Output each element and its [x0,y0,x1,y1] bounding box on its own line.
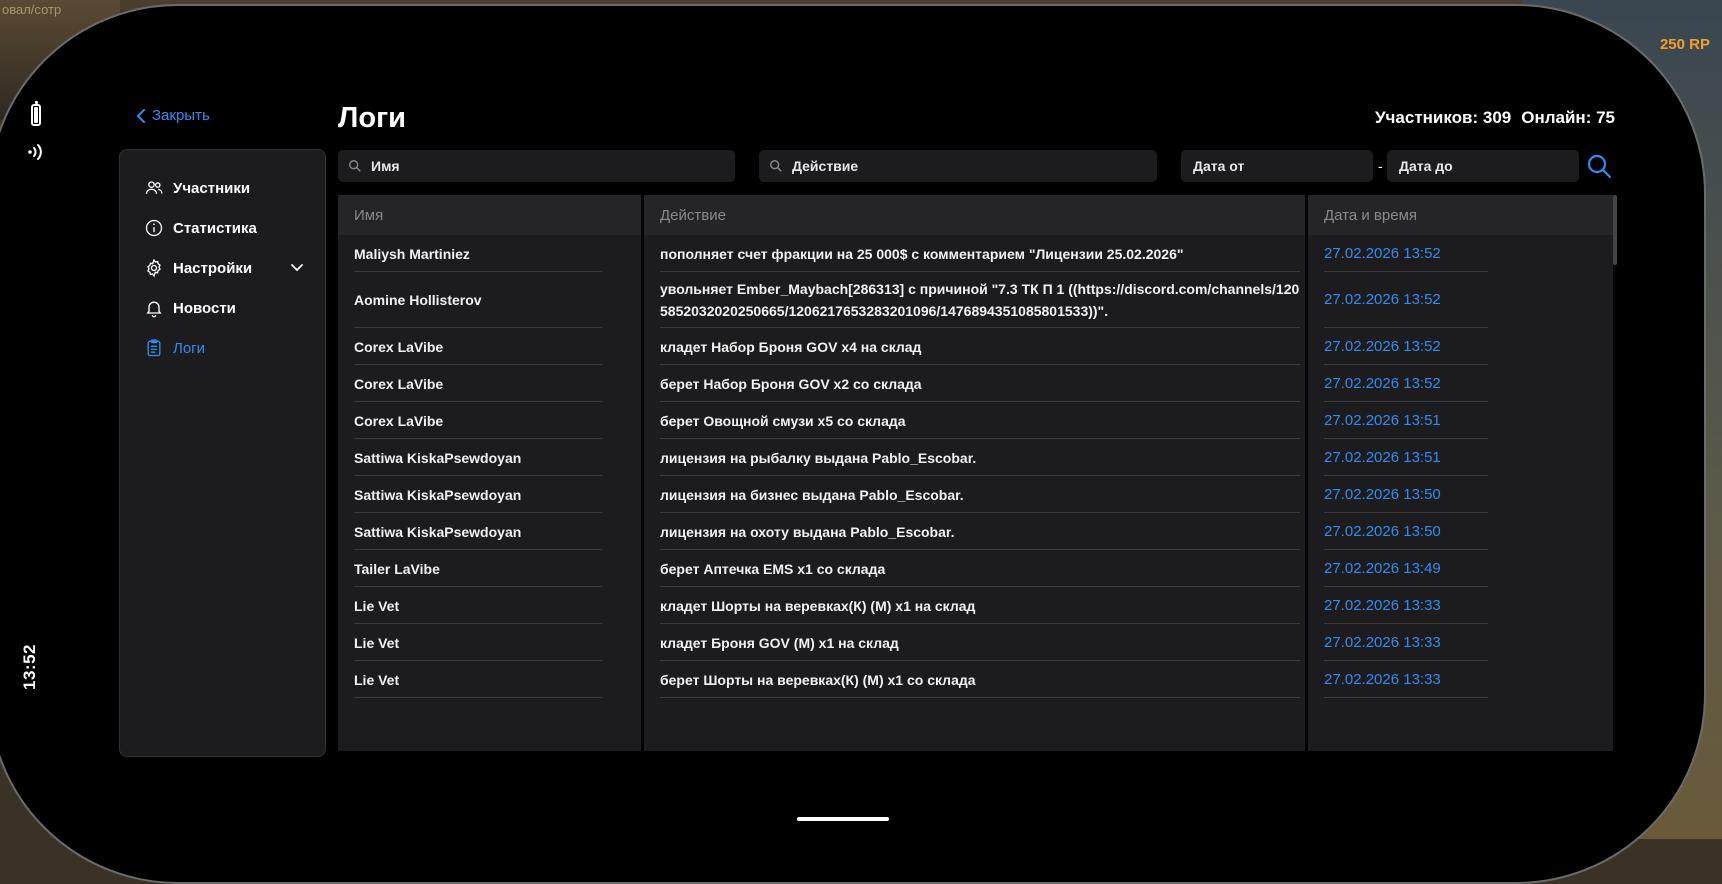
close-button[interactable]: Закрыть [136,107,210,124]
action-filter[interactable] [759,150,1157,182]
name-filter[interactable] [338,150,735,182]
rp-counter: 250 RP [1659,36,1710,53]
date-from-input[interactable] [1191,157,1373,175]
cell-datetime: 27.02.2026 13:33 [1324,633,1441,651]
cell-datetime: 27.02.2026 13:33 [1324,670,1441,688]
logs-table: Имя Действие Дата и время Maliysh Martin… [338,195,1613,751]
status-time: 13:52 [20,644,39,690]
cell-name: Corex LaVibe [354,375,444,392]
cell-name: Tailer LaVibe [354,560,440,577]
cell-name: Sattiwa KiskaPsewdoyan [354,449,522,466]
sidebar-item-label: Настройки [173,259,253,277]
cell-name: Corex LaVibe [354,338,444,355]
sidebar-item-label: Статистика [173,219,257,237]
cell-action: берет Овощной смузи x5 со склада [660,412,906,429]
table-row[interactable]: Lie Vet кладет Шорты на веревках(К) (М) x… [338,587,1613,624]
table-row[interactable]: Lie Vet берет Шорты на веревках(К) (М) x1… [338,661,1613,698]
cell-name: Sattiwa KiskaPsewdoyan [354,486,522,503]
cell-name: Aomine Hollisterov [354,292,482,308]
table-row[interactable]: Aomine Hollisterov увольняет Ember_Maybac… [338,272,1613,328]
sidebar: Участники Статистика Настройки Новости Л… [119,149,326,757]
cell-datetime: 27.02.2026 13:50 [1324,522,1441,540]
cell-name: Lie Vet [354,597,400,614]
sidebar-item-label: Логи [173,339,206,357]
row-divider [660,697,1300,698]
members-count: Участников: 309 [1374,108,1512,127]
cell-name: Lie Vet [354,634,400,651]
cell-datetime: 27.02.2026 13:52 [1324,374,1441,392]
page-title: Логи [338,102,406,134]
chevron-left-icon [136,108,145,123]
cell-action: кладет Шорты на веревках(К) (М) x1 на ск… [660,597,976,614]
cell-action: берет Аптечка EMS x1 со склада [660,560,886,577]
action-search-input[interactable] [790,157,1157,175]
cell-datetime: 27.02.2026 13:49 [1324,559,1441,577]
close-label: Закрыть [152,107,210,124]
signal-icon [28,144,42,160]
member-counts: Участников: 309 Онлайн: 75 [1375,108,1615,128]
cell-name: Lie Vet [354,671,400,688]
name-search-input[interactable] [369,157,735,175]
table-row[interactable]: Lie Vet кладет Броня GOV (М) x1 на склад 2… [338,624,1613,661]
sidebar-item-settings[interactable]: Настройки [144,258,304,278]
users-icon [145,181,163,194]
row-divider [354,697,602,698]
table-row[interactable]: Tailer LaVibe берет Аптечка EMS x1 со скл… [338,550,1613,587]
cell-datetime: 27.02.2026 13:52 [1324,337,1441,355]
cell-datetime: 27.02.2026 13:51 [1324,448,1441,466]
sidebar-item-statistics[interactable]: Статистика [144,218,304,238]
info-icon [145,219,163,237]
cell-datetime: 27.02.2026 13:51 [1324,411,1441,429]
date-separator: - [1378,158,1383,174]
cell-datetime: 27.02.2026 13:33 [1324,596,1441,614]
cell-action: берет Шорты на веревках(К) (М) x1 со скл… [660,671,976,688]
sidebar-item-label: Участники [173,179,251,197]
column-header-action[interactable]: Действие [644,195,1305,235]
battery-icon [31,101,41,126]
cell-action: берет Набор Броня GOV x2 со склада [660,375,922,392]
column-header-datetime[interactable]: Дата и время [1308,195,1613,235]
cell-name: Sattiwa KiskaPsewdoyan [354,523,522,540]
table-row[interactable]: Corex LaVibe кладет Набор Броня GOV x4 на… [338,328,1613,365]
cell-datetime: 27.02.2026 13:52 [1324,244,1441,262]
table-scrollbar[interactable] [1613,195,1617,265]
cell-datetime: 27.02.2026 13:52 [1324,291,1441,308]
column-header-name[interactable]: Имя [338,195,641,235]
date-from-filter[interactable] [1181,150,1373,182]
cell-name: Maliysh Martiniez [354,245,470,262]
sidebar-item-logs[interactable]: Логи [144,338,304,358]
table-row[interactable]: Corex LaVibe берет Набор Броня GOV x2 со … [338,365,1613,402]
sidebar-item-members[interactable]: Участники [144,178,304,198]
cell-action: лицензия на охоту выдана Pablo_Escobar. [660,523,955,540]
row-divider [1324,697,1488,698]
cell-action: лицензия на рыбалку выдана Pablo_Escobar… [660,449,977,466]
search-icon [770,160,782,172]
date-to-input[interactable] [1397,157,1579,175]
sidebar-item-label: Новости [173,299,236,317]
chevron-down-icon[interactable] [290,262,304,274]
table-row[interactable]: Maliysh Martiniez пополняет счет фракции … [338,235,1613,272]
sidebar-item-news[interactable]: Новости [144,298,304,318]
cell-action: увольняет Ember_Maybach[286313] с причин… [660,281,1300,319]
date-to-filter[interactable] [1387,150,1579,182]
cell-name: Corex LaVibe [354,412,444,429]
table-row[interactable]: Sattiwa KiskaPsewdoyan лицензия на рыбалк… [338,439,1613,476]
background-text: овал/сотр [2,2,62,17]
gear-icon [147,258,161,278]
table-row[interactable]: Sattiwa KiskaPsewdoyan лицензия на охоту … [338,513,1613,550]
bell-icon [146,301,162,318]
search-button[interactable] [1586,153,1612,179]
cell-action: кладет Набор Броня GOV x4 на склад [660,338,922,355]
search-icon [349,160,361,172]
cell-datetime: 27.02.2026 13:50 [1324,485,1441,503]
table-row[interactable]: Corex LaVibe берет Овощной смузи x5 со ск… [338,402,1613,439]
table-row[interactable]: Sattiwa KiskaPsewdoyan лицензия на бизнес… [338,476,1613,513]
cell-action: кладет Броня GOV (М) x1 на склад [660,634,899,651]
cell-action: лицензия на бизнес выдана Pablo_Escobar. [660,486,964,503]
home-indicator[interactable] [797,817,889,821]
online-count: Онлайн: 75 [1521,108,1615,127]
cell-action: пополняет счет фракции на 25 000$ с комм… [660,245,1184,262]
clipboard-icon [147,339,161,357]
